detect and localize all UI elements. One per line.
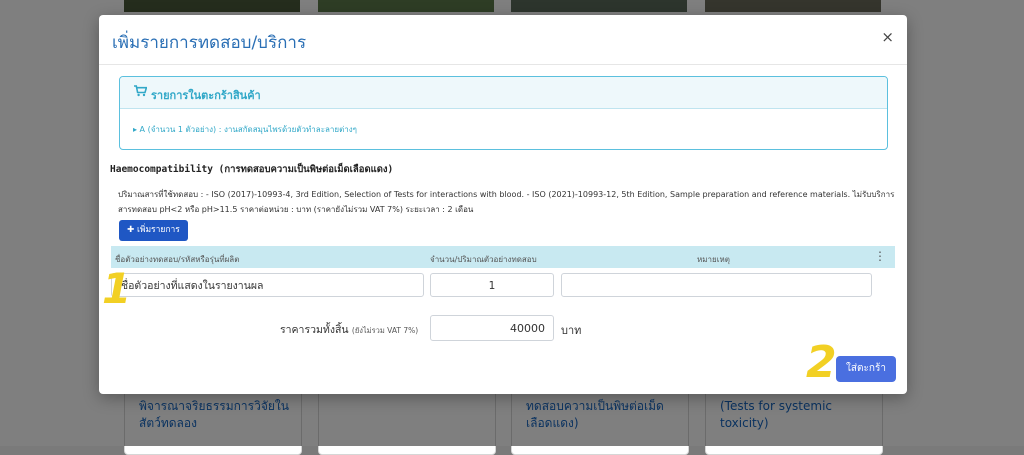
add-to-cart-button[interactable]: ใส่ตะกร้า: [836, 356, 896, 382]
currency-label: บาท: [561, 324, 582, 337]
sample-name-field[interactable]: ชื่อตัวอย่างที่แสดงในรายงานผล: [111, 273, 424, 297]
close-icon[interactable]: ×: [881, 28, 894, 46]
column-header-quantity: จำนวน/ปริมาณตัวอย่างทดสอบ: [430, 255, 537, 264]
test-title: Haemocompatibility (การทดสอบความเป็นพิษต…: [110, 164, 394, 175]
total-label: ราคารวมทั้งสิ้น (ยังไม่รวม VAT 7%): [280, 321, 418, 338]
modal-header: เพิ่มรายการทดสอบ/บริการ ×: [99, 15, 907, 65]
annotation-marker-1: 1: [102, 264, 132, 313]
column-header-sample-name: ชื่อตัวอย่างทดสอบ/รหัสหรือรุ่นที่ผลิต: [115, 255, 240, 264]
note-field[interactable]: [561, 273, 872, 297]
table-header: ชื่อตัวอย่างทดสอบ/รหัสหรือรุ่นที่ผลิต จำ…: [111, 246, 895, 268]
cart-item-link[interactable]: ▸ A (จำนวน 1 ตัวอย่าง) : งานสกัดสมุนไพรด…: [133, 123, 357, 136]
cart-title: รายการในตะกร้าสินค้า: [151, 89, 261, 102]
add-test-modal: เพิ่มรายการทดสอบ/บริการ × รายการในตะกร้า…: [99, 15, 907, 394]
quantity-field[interactable]: 1: [430, 273, 554, 297]
column-header-note: หมายเหตุ: [697, 255, 730, 264]
cart-panel-header: รายการในตะกร้าสินค้า: [120, 77, 887, 109]
shopping-cart-icon: [134, 85, 148, 100]
total-price-field[interactable]: 40000: [430, 315, 554, 341]
add-item-button[interactable]: ✚ เพิ่มรายการ: [119, 220, 188, 241]
cart-panel: รายการในตะกร้าสินค้า ▸ A (จำนวน 1 ตัวอย่…: [119, 76, 888, 150]
total-label-text: ราคารวมทั้งสิ้น: [280, 324, 349, 336]
total-vat-note: (ยังไม่รวม VAT 7%): [351, 326, 419, 335]
annotation-marker-2: 2: [806, 337, 837, 388]
column-menu-icon[interactable]: ⋮: [874, 249, 886, 263]
modal-title: เพิ่มรายการทดสอบ/บริการ: [112, 33, 307, 53]
test-description: ปริมาณสารที่ใช้ทดสอบ : - ISO (2017)-1099…: [118, 190, 895, 214]
